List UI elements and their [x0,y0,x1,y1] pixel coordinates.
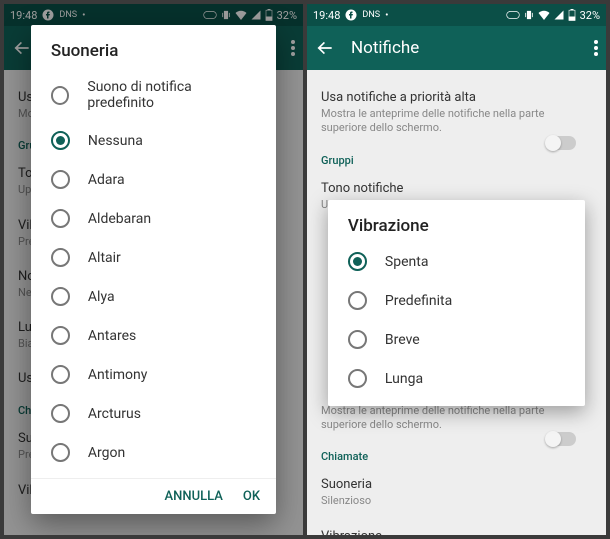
radio-icon [51,209,70,228]
radio-option[interactable]: Argon [37,433,270,472]
radio-label: Antares [88,328,136,344]
radio-option[interactable]: Alya [37,277,270,316]
radio-icon [51,170,70,189]
radio-label: Argon [88,445,125,461]
radio-option[interactable]: Arcturus [37,394,270,433]
radio-option[interactable]: Spenta [334,242,579,281]
battery-icon [568,9,576,21]
radio-label: Antimony [88,367,147,383]
vibration-setting[interactable]: Vibrazione Spenta [321,519,592,535]
radio-option[interactable]: Antimony [37,355,270,394]
radio-option[interactable]: Altair [37,238,270,277]
radio-label: Nessuna [88,133,143,149]
ringtone-setting[interactable]: Suoneria Silenzioso [321,467,592,518]
radio-label: Lunga [385,371,423,387]
phone-right: 19:48 DNS • 32% Notifiche Usa notifiche … [307,4,606,535]
vibration-list[interactable]: Spenta Predefinita Breve Lunga [334,242,579,398]
radio-icon [51,131,70,150]
cancel-button[interactable]: ANNULLA [165,489,223,504]
battery-pct: 32% [580,9,600,22]
radio-icon [51,326,70,345]
toggle[interactable] [546,136,576,150]
clock: 19:48 [313,9,340,22]
radio-option[interactable]: Adara [37,160,270,199]
dialog-title: Suoneria [31,25,276,69]
radio-option[interactable]: Nessuna [37,121,270,160]
dialog-actions: ANNULLA OK [31,478,276,514]
radio-icon [348,330,367,349]
vpn-icon [506,10,520,20]
ringtone-dialog: Suoneria Suono di notifica predefinito Ne… [31,25,276,514]
status-bar: 19:48 DNS • 32% [307,4,606,26]
radio-label: Aldebaran [88,211,151,227]
radio-label: Spenta [385,254,429,270]
radio-label: Adara [88,172,125,188]
carrier: DNS [362,10,380,20]
toggle[interactable] [546,432,576,446]
radio-icon [348,291,367,310]
radio-icon [348,252,367,271]
ok-button[interactable]: OK [243,489,260,504]
page-title: Notifiche [351,38,578,58]
vibrate-icon [524,10,534,20]
priority-notif-setting[interactable]: Usa notifiche a priorità alta Mostra le … [321,80,592,146]
dialog-title: Vibrazione [334,210,579,242]
radio-label: Altair [88,250,121,266]
radio-label: Alya [88,289,115,305]
dialog-scrim[interactable]: Suoneria Suono di notifica predefinito Ne… [4,4,303,535]
radio-option[interactable]: Lunga [334,359,579,398]
back-icon[interactable] [315,38,335,58]
radio-option[interactable]: Suono di notifica predefinito [37,69,270,121]
wifi-icon [538,10,550,20]
radio-option[interactable]: Predefinita [334,281,579,320]
radio-option[interactable]: Aldebaran [37,199,270,238]
radio-label: Predefinita [385,293,452,309]
radio-option[interactable]: Antares [37,316,270,355]
phone-left: 19:48 DNS • 32% Usa no...Mostra le... Gr… [4,4,303,535]
ringtone-list[interactable]: Suono di notifica predefinito Nessuna Adar… [31,69,276,478]
radio-icon [51,443,70,462]
overflow-icon[interactable] [594,40,598,56]
radio-label: Arcturus [88,406,141,422]
radio-icon [51,86,70,105]
vibration-dialog: Vibrazione Spenta Predefinita Breve Lunga [328,200,585,406]
radio-label: Breve [385,332,420,348]
radio-icon [51,404,70,423]
radio-icon [51,287,70,306]
signal-icon [554,10,564,20]
radio-label: Suono di notifica predefinito [87,79,256,111]
radio-option[interactable]: Breve [334,320,579,359]
radio-icon [51,365,70,384]
facebook-icon [345,9,357,21]
dot-icon: • [385,10,388,21]
radio-icon [51,248,70,267]
app-bar: Notifiche [307,26,606,70]
radio-icon [348,369,367,388]
